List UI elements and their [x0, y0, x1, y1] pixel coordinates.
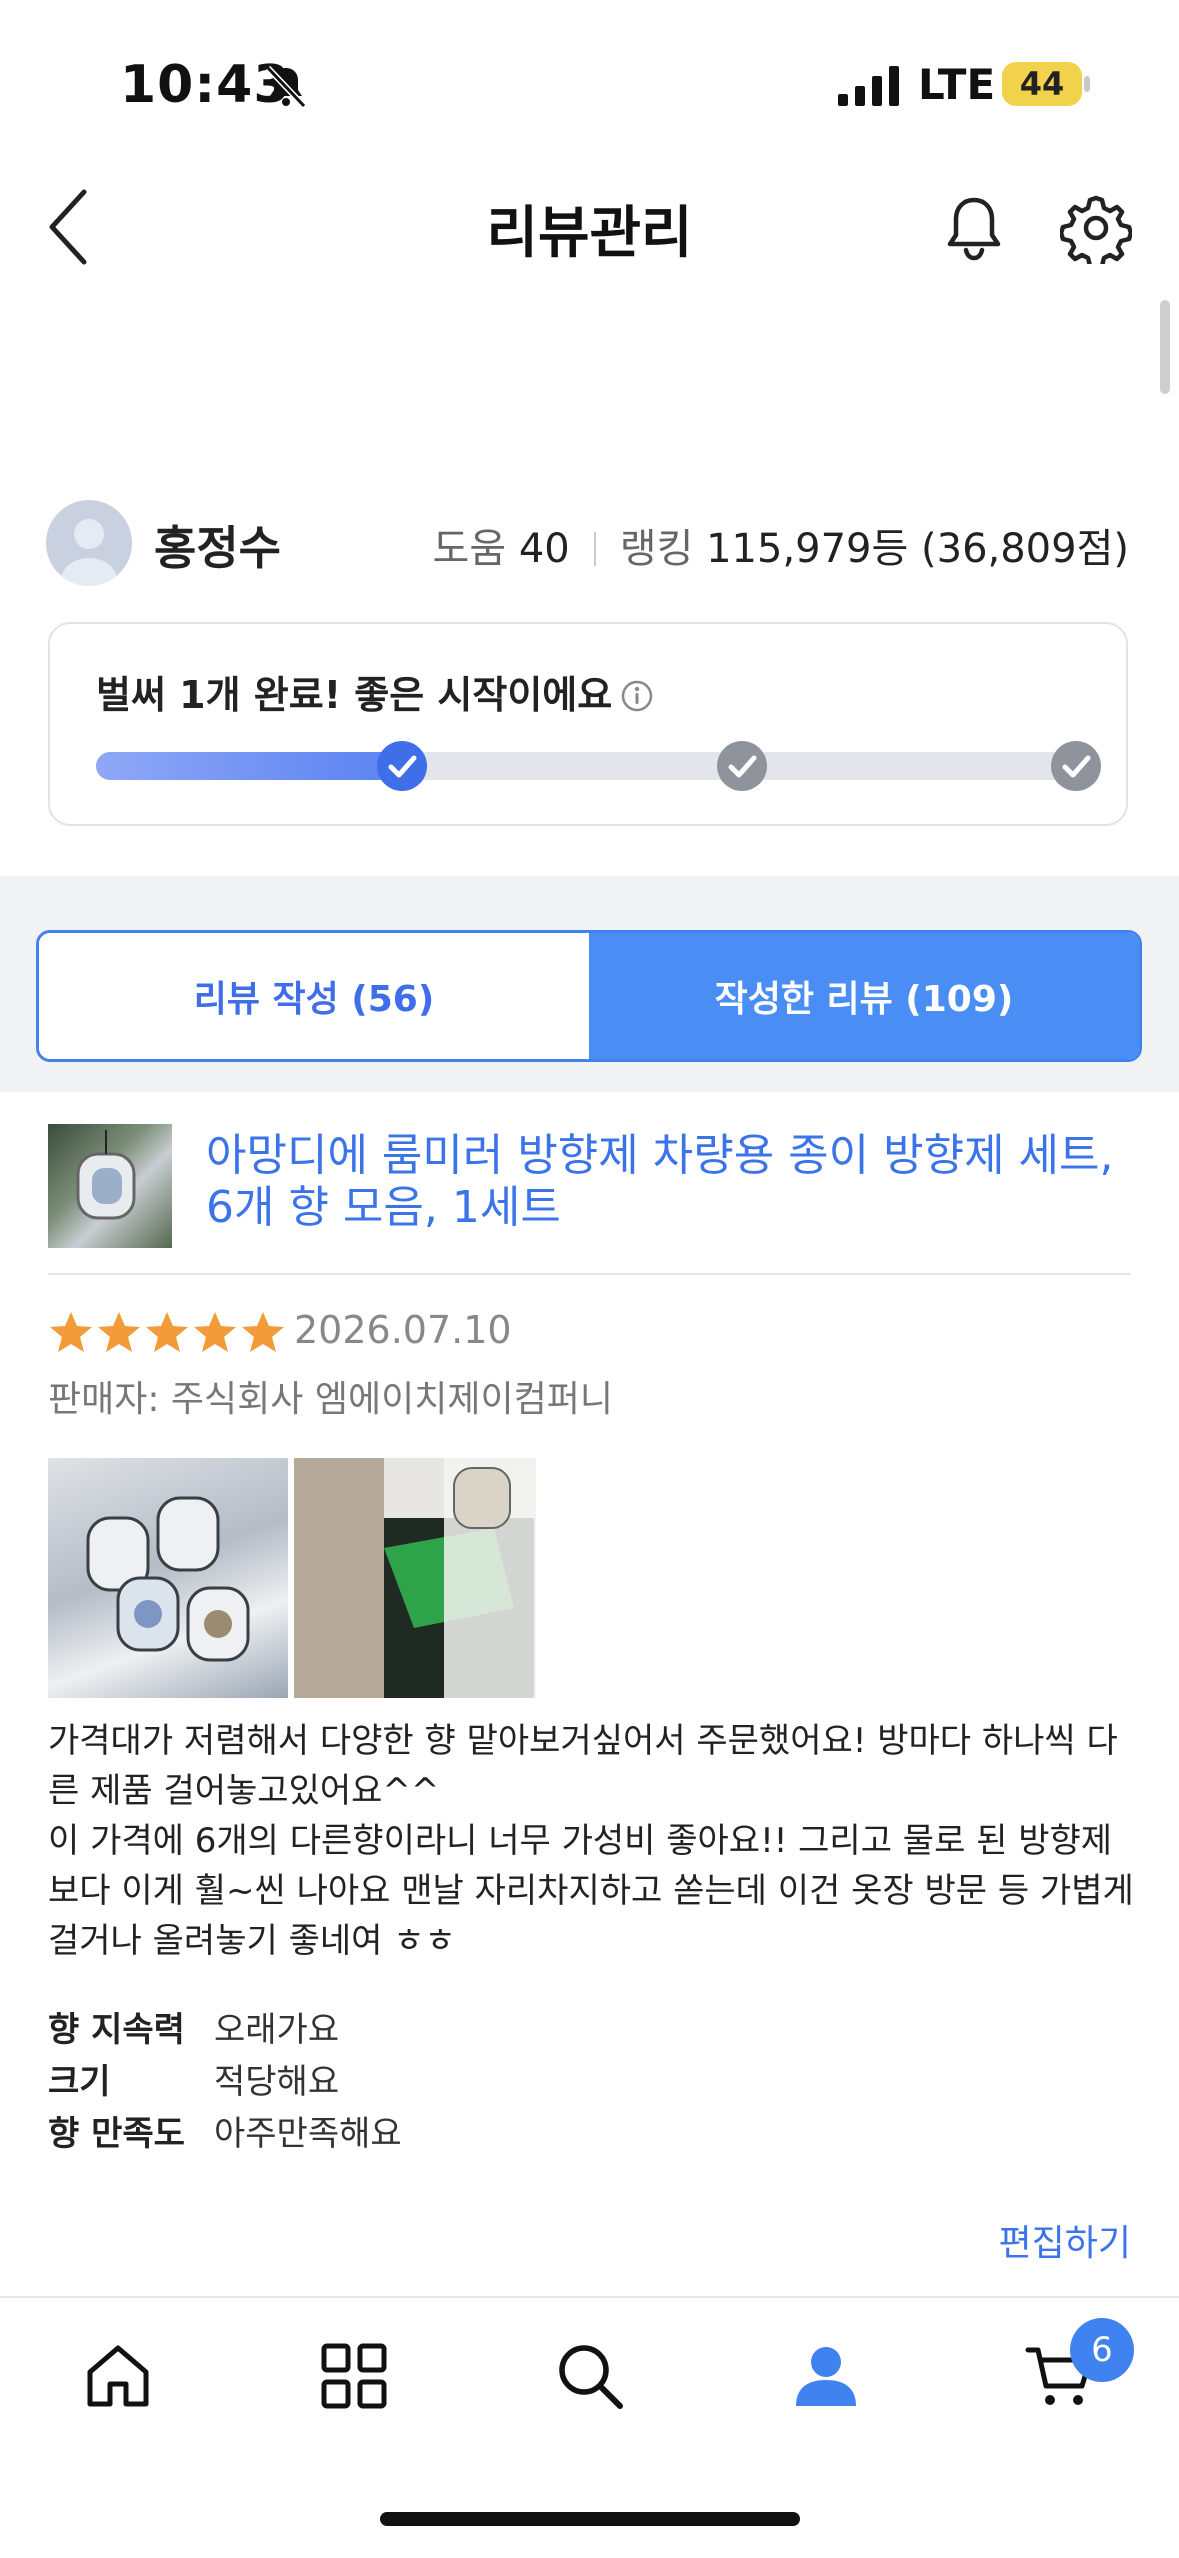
tab-write-review[interactable]: 리뷰 작성 (56)	[39, 933, 589, 1059]
product-photo-icon	[76, 1130, 136, 1220]
review-photo-2-image	[294, 1458, 536, 1698]
scroll-indicator[interactable]	[1160, 300, 1170, 394]
stats-divider	[593, 532, 596, 566]
seller-name: 판매자: 주식회사 엠에이치제이컴퍼니	[48, 1379, 613, 1420]
checkmark-icon	[388, 755, 417, 778]
star-icon	[242, 1312, 284, 1352]
cellular-signal-icon	[838, 66, 899, 106]
bell-muted-icon	[265, 65, 307, 109]
review-photo-1[interactable]	[48, 1458, 288, 1698]
review-body: 가격대가 저렴해서 다양한 향 맡아보거싶어서 주문했어요! 방마다 하나씩 다…	[48, 1716, 1138, 1966]
info-icon[interactable]	[620, 679, 654, 713]
review-date: 2026.07.10	[294, 1308, 512, 1352]
home-icon[interactable]	[82, 2340, 154, 2412]
attribute-value: 오래가요	[214, 2010, 340, 2050]
attribute-row: 향 지속력 오래가요	[48, 2004, 402, 2056]
edit-review-link[interactable]: 편집하기	[999, 2214, 1131, 2266]
progress-card: 벌써 1개 완료! 좋은 시작이에요	[48, 622, 1128, 826]
star-rating	[48, 1310, 286, 1354]
attribute-key: 향 만족도	[48, 2114, 185, 2154]
review-body-line: 가격대가 저렴해서 다양한 향 맡아보거싶어서 주문했어요! 방마다 하나씩 다…	[48, 1721, 1118, 1811]
star-icon	[98, 1312, 140, 1352]
category-grid-icon[interactable]	[318, 2340, 390, 2412]
battery-icon: 44	[1002, 62, 1092, 108]
attribute-value: 아주만족해요	[214, 2114, 402, 2154]
review-tabs: 리뷰 작성 (56) 작성한 리뷰 (109)	[36, 930, 1142, 1062]
notification-bell-icon[interactable]	[940, 192, 1008, 264]
avatar-placeholder-icon	[61, 519, 117, 586]
review-body-line: 이 가격에 6개의 다른향이라니 너무 가성비 좋아요!! 그리고 물로 된 방…	[48, 1821, 1134, 1961]
home-indicator[interactable]	[380, 2512, 800, 2526]
user-name: 홍정수	[154, 521, 281, 575]
star-icon	[194, 1312, 236, 1352]
profile-icon[interactable]	[790, 2340, 862, 2412]
attribute-key: 향 지속력	[48, 2010, 185, 2050]
review-photo-1-image	[86, 1496, 250, 1662]
checkmark-icon	[1062, 755, 1091, 778]
cart-count-badge: 6	[1070, 2318, 1134, 2382]
tab-written-reviews[interactable]: 작성한 리뷰 (109)	[589, 933, 1139, 1059]
attribute-key: 크기	[48, 2062, 111, 2102]
progress-milestone-1	[376, 741, 427, 791]
progress-fill	[96, 752, 402, 780]
network-type: LTE	[918, 60, 996, 109]
progress-milestone-2	[716, 741, 767, 791]
progress-title: 벌써 1개 완료! 좋은 시작이에요	[96, 664, 654, 719]
attribute-row: 크기 적당해요	[48, 2056, 402, 2108]
search-icon[interactable]	[554, 2340, 626, 2412]
attribute-row: 향 만족도 아주만족해요	[48, 2108, 402, 2160]
attribute-value: 적당해요	[214, 2062, 340, 2102]
ranking-value: 115,979등 (36,809점)	[706, 526, 1129, 572]
progress-title-text: 벌써 1개 완료! 좋은 시작이에요	[96, 673, 613, 717]
product-divider	[48, 1273, 1130, 1275]
review-photo-2[interactable]	[294, 1458, 536, 1698]
avatar	[46, 500, 132, 586]
product-title-link[interactable]: 아망디에 룸미러 방향제 차량용 종이 방향제 세트, 6개 향 모음, 1세트	[206, 1130, 1126, 1234]
user-stats: 도움 40 랭킹 115,979등 (36,809점)	[433, 516, 1129, 574]
checkmark-icon	[728, 755, 757, 778]
star-icon	[50, 1312, 92, 1352]
help-label: 도움	[432, 526, 507, 572]
progress-milestone-3	[1051, 741, 1101, 791]
battery-level: 44	[1019, 65, 1065, 103]
star-icon	[146, 1312, 188, 1352]
ranking-label: 랭킹	[619, 526, 694, 572]
progress-track	[96, 741, 1101, 791]
product-thumbnail[interactable]	[48, 1124, 172, 1248]
help-value: 40	[518, 526, 570, 572]
settings-gear-icon[interactable]	[1060, 192, 1132, 264]
review-attributes: 향 지속력 오래가요 크기 적당해요 향 만족도 아주만족해요	[48, 2004, 402, 2160]
